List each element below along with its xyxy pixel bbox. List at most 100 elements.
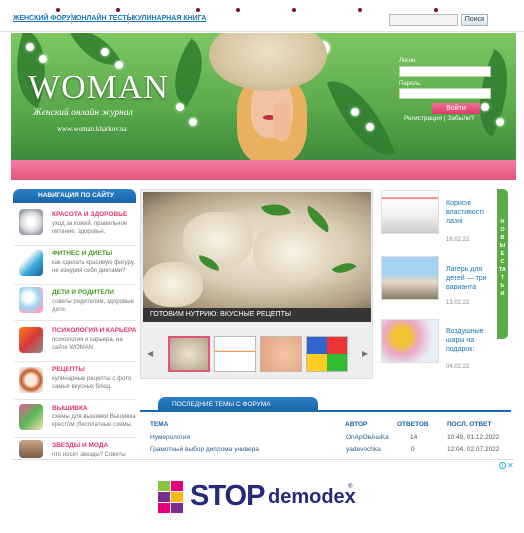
nav-psychology[interactable]: Психология и Карьера [125, 6, 193, 13]
sidebar-item-desc: кулинарные рецепты с фото самых вкусных … [52, 376, 132, 390]
nav-motherhood[interactable]: Материнство [246, 6, 286, 13]
news-title[interactable]: Корисні властивості лазні [446, 199, 488, 226]
top-link-forum[interactable]: ЖЕНСКИЙ ФОРУМ [13, 15, 77, 22]
nav-beauty[interactable]: Красота и Здоровье [368, 6, 429, 13]
herb-leaf [261, 198, 291, 222]
password-field[interactable] [399, 88, 491, 99]
column-header-topic: ТЕМА [150, 421, 169, 428]
nav-bullet-icon [116, 8, 120, 12]
login-field[interactable] [399, 66, 491, 77]
login-button[interactable]: Войти [432, 103, 480, 114]
lily-flower [189, 118, 197, 126]
lily-flower [366, 123, 374, 131]
nav-bullet-icon [358, 8, 362, 12]
column-header-author: АВТОР [345, 421, 368, 428]
news-date: 16.02.22 [446, 237, 470, 243]
sidebar-item-beauty[interactable]: КРАСОТА И ЗДОРОВЬЕ [52, 211, 127, 218]
nav-bullet-icon [236, 8, 240, 12]
lily-flower [176, 103, 184, 111]
table-row-last-reply: 10:49, 01.12.2022 [447, 434, 500, 441]
sidebar-item-desc: советы родителям, здоровые дети. [52, 299, 134, 313]
slider-prev-icon[interactable]: ◀ [147, 349, 153, 358]
sidebar-item-embroidery[interactable]: ВЫШИВКА [52, 405, 88, 412]
lily-flower [481, 103, 489, 111]
news-image[interactable] [381, 319, 439, 363]
search-input[interactable] [389, 14, 458, 26]
briefcase-icon [19, 327, 43, 353]
slider-next-icon[interactable]: ▶ [362, 349, 368, 358]
header-banner: WOMAN Женский онлайн журнал www.woman.kh… [11, 33, 516, 160]
register-forgot-links[interactable]: Регистрация | Забыли? [404, 115, 474, 122]
sidebar-item-desc: как сделать красивую фигуру, не изнуряя … [52, 260, 135, 274]
news-title[interactable]: Лагерь для детей — три варианта [446, 265, 488, 292]
slider-thumb[interactable] [260, 336, 302, 372]
news-image[interactable] [381, 256, 439, 300]
food-piece [143, 262, 203, 307]
nav-love[interactable]: Любовь [206, 6, 229, 13]
table-row-topic[interactable]: Грамотный выбор диплома универа [150, 446, 259, 453]
nav-bullet-icon [196, 8, 200, 12]
slide-caption[interactable]: ГОТОВИМ НУТРИЮ: ВКУСНЫЕ РЕЦЕПТЫ [150, 311, 291, 318]
table-row-topic[interactable]: Нумерология [150, 434, 190, 441]
ad-brand-text: demodex [268, 486, 356, 508]
divider [140, 410, 511, 412]
forum-title: ПОСЛЕДНИЕ ТЕМЫ С ФОРУМА [172, 401, 271, 408]
food-piece [183, 212, 253, 267]
lily-flower [496, 118, 504, 126]
sidebar-item-recipes[interactable]: РЕЦЕПТЫ [52, 366, 85, 373]
news-date: 04.02.22 [446, 364, 470, 370]
sidebar-item-desc: что носят звезды? Советы [52, 452, 126, 458]
news-date: 13.02.22 [446, 300, 470, 306]
news-image[interactable] [381, 190, 439, 234]
column-header-replies: ОТВЕТОВ [397, 421, 429, 428]
sidebar-title: НАВИГАЦИЯ ПО САЙТУ [38, 192, 115, 199]
top-link-tests[interactable]: ОНЛАЙН ТЕСТЫ [76, 15, 133, 22]
column-header-last-reply: ПОСЛ. ОТВЕТ [447, 421, 492, 428]
puzzle-logo-icon [158, 481, 183, 513]
nav-home[interactable]: Главная [23, 6, 48, 13]
mirror-icon [19, 209, 43, 235]
food-piece [253, 222, 333, 282]
herb-leaf [331, 256, 357, 280]
table-row-author[interactable]: yadevochka [346, 446, 381, 453]
divider [14, 284, 136, 285]
lily-flower [39, 55, 47, 63]
nav-fitness[interactable]: Фитнес и Диеты [302, 6, 350, 13]
ad-close-icon[interactable]: ✕ [507, 461, 514, 470]
straw-hat [209, 33, 327, 91]
nav-bullet-icon [434, 8, 438, 12]
sidebar-item-desc: схемы для вышивки Вышивка крестом (беспл… [52, 414, 136, 428]
sidebar-item-stars[interactable]: ЗВЕЗДЫ И МОДА [52, 442, 108, 449]
table-row-author[interactable]: OnApOвАшKa [346, 434, 389, 441]
nav-horoscopes[interactable]: Гороскопы [444, 6, 476, 13]
divider [128, 13, 129, 24]
nav-fashion[interactable]: Мода и Стиль [66, 6, 108, 13]
sidebar-item-kids[interactable]: ДЕТИ И РОДИТЕЛИ [52, 289, 114, 296]
divider [14, 361, 136, 362]
news-title[interactable]: Воздушные шары на подарок: [446, 327, 488, 354]
divider [14, 437, 136, 438]
divider [14, 399, 136, 400]
slider-thumb[interactable] [214, 336, 256, 372]
leaf-decoration [326, 68, 396, 160]
sneaker-icon [19, 250, 43, 276]
new-articles-tab-label: НОВЫЕ СТАТЬИ [499, 219, 506, 297]
slider-thumb[interactable] [168, 336, 210, 372]
pacifier-icon [19, 287, 43, 313]
sidebar-item-fitness[interactable]: ФИТНЕС И ДИЕТЫ [52, 250, 112, 257]
slider-thumb[interactable] [306, 336, 348, 372]
table-row-replies: 14 [410, 434, 418, 441]
star-icon [19, 440, 43, 458]
slide-image[interactable] [143, 192, 371, 308]
nav-bullet-icon [56, 8, 60, 12]
sidebar-item-psychology[interactable]: ПСИХОЛОГИЯ И КАРЬЕРА [52, 327, 137, 334]
ad-stop-text: STOP [190, 480, 265, 512]
top-link-cookbook[interactable]: КУЛИНАРНАЯ КНИГА [133, 15, 206, 22]
nav-bullet-icon [292, 8, 296, 12]
lily-flower [351, 108, 359, 116]
site-logo[interactable]: WOMAN [28, 69, 169, 107]
search-button[interactable]: Поиск [461, 14, 488, 26]
ad-info-icon[interactable]: i [499, 462, 506, 469]
sidebar-item-desc: уход за кожей, правильное питание, здоро… [52, 221, 128, 235]
ad-registered-mark: ® [348, 484, 353, 490]
